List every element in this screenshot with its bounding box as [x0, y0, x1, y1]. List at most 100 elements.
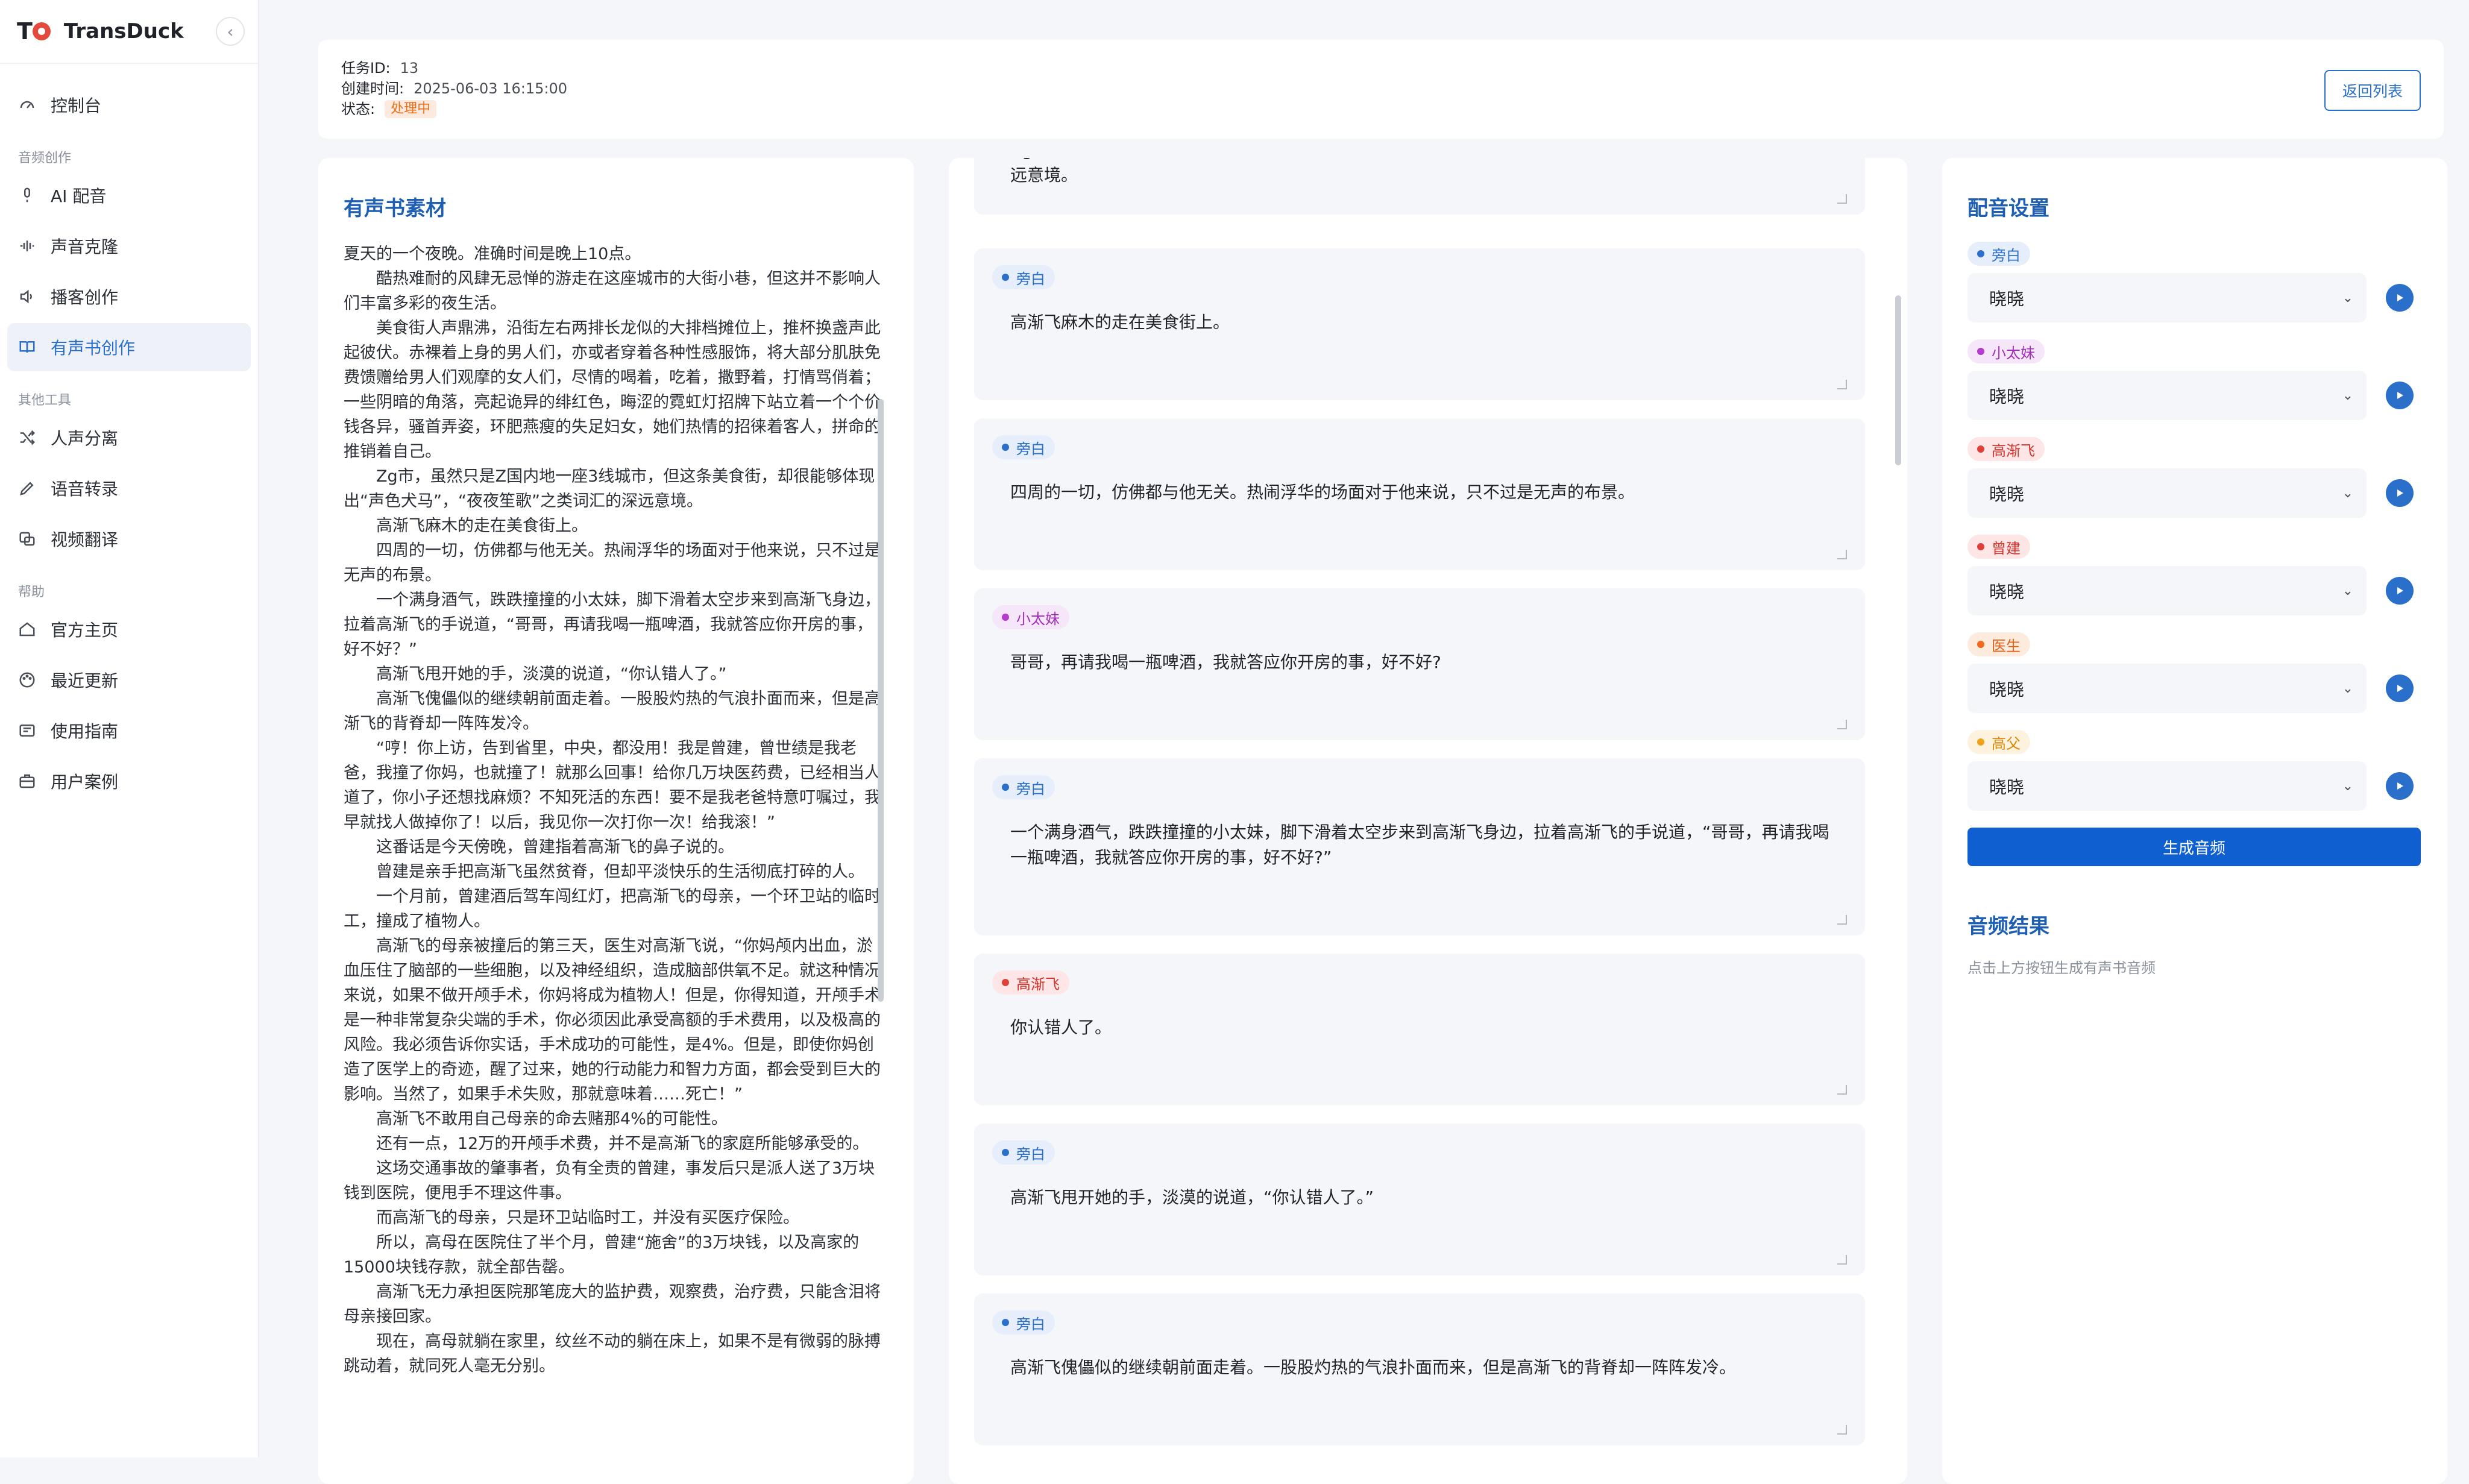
brand-logo[interactable]: T [17, 18, 51, 45]
back-to-list-button[interactable]: 返回列表 [2324, 70, 2421, 111]
role-dot-icon [1977, 641, 1984, 648]
play-icon [2397, 294, 2403, 301]
voice-select[interactable]: 晓晓 ⌄ [1967, 468, 2367, 518]
resize-handle-icon[interactable] [1837, 1255, 1847, 1265]
voice-select-value: 晓晓 [1989, 777, 2025, 797]
segment-text[interactable]: 高渐飞麻木的走在美食街上。 [1010, 310, 1841, 335]
play-preview-button[interactable] [2386, 772, 2414, 800]
voice-row: 晓晓 ⌄ [1967, 566, 2422, 615]
play-icon [2397, 489, 2403, 497]
segments-panel: Zg市，虽然只是Z国内地一座3线城市，但这条美食街，却很能够体现出“声色犬马”，… [949, 158, 1907, 1484]
sidebar-item[interactable]: 使用指南 [7, 706, 251, 755]
resize-handle-icon[interactable] [1837, 720, 1847, 729]
status-row: 状态: 处理中 [341, 99, 2421, 119]
voice-row: 晓晓 ⌄ [1967, 371, 2422, 420]
play-preview-button[interactable] [2386, 674, 2414, 702]
material-scrollbar[interactable] [878, 399, 884, 1002]
resize-handle-icon[interactable] [1837, 194, 1847, 204]
voice-settings-panel: 配音设置 旁白 晓晓 ⌄ 小太妹 晓晓 ⌄ 高渐飞 晓晓 ⌄ 曾建 晓晓 ⌄ 医生 晓晓 ⌄ 高父 晓晓 ⌄ 生成… [1942, 158, 2447, 1484]
role-tag: 旁白 [992, 435, 1055, 459]
segment-card: 旁白高渐飞傀儡似的继续朝前面走着。一股股灼热的气浪扑面而来，但是高渐飞的背脊却一… [974, 1294, 1865, 1445]
sidebar-item[interactable]: 视频翻译 [7, 515, 251, 563]
material-panel: 有声书素材 夏天的一个夜晚。准确时间是晚上10点。 酷热难耐的风肆无忌惮的游走在… [318, 158, 914, 1484]
play-icon [2397, 587, 2403, 594]
voice-select-value: 晓晓 [1989, 679, 2025, 700]
segment-text[interactable]: 高渐飞傀儡似的继续朝前面走着。一股股灼热的气浪扑面而来，但是高渐飞的背脊却一阵阵… [1010, 1355, 1841, 1380]
segment-text[interactable]: Zg市，虽然只是Z国内地一座3线城市，但这条美食街，却很能够体现出“声色犬马”，… [1010, 158, 1841, 188]
voice-list: 旁白 晓晓 ⌄ 小太妹 晓晓 ⌄ 高渐飞 晓晓 ⌄ 曾建 晓晓 ⌄ 医生 晓晓 ⌄ 高父 晓晓 ⌄ [1967, 242, 2422, 811]
sidebar-item-label: AI 配音 [51, 186, 107, 206]
sidebar-item[interactable]: AI 配音 [7, 171, 251, 219]
sidebar-item[interactable]: 声音克隆 [7, 222, 251, 270]
sidebar-item[interactable]: 语音转录 [7, 464, 251, 512]
voice-select-value: 晓晓 [1989, 386, 2025, 407]
voice-setting: 小太妹 晓晓 ⌄ [1967, 339, 2422, 420]
role-tag: 医生 [1967, 632, 2030, 656]
segments-scrollbar[interactable] [1895, 295, 1901, 465]
translate-icon [17, 529, 37, 549]
play-icon [2397, 782, 2403, 790]
segment-text[interactable]: 高渐飞甩开她的手，淡漠的说道，“你认错人了。” [1010, 1185, 1841, 1210]
role-dot-icon [1002, 1319, 1009, 1326]
role-tag-label: 高渐飞 [1016, 975, 1060, 993]
home-icon [17, 619, 37, 640]
role-tag-label: 旁白 [1016, 270, 1045, 288]
waveform-icon [17, 236, 37, 256]
segment-card: 旁白 一个满身酒气，跌跌撞撞的小太妹，脚下滑着太空步来到高渐飞身边，拉着高渐飞的手… [974, 758, 1865, 935]
role-dot-icon [1002, 614, 1009, 621]
mic-icon [17, 185, 37, 206]
sidebar-item[interactable]: 人声分离 [7, 413, 251, 462]
material-text[interactable]: 夏天的一个夜晚。准确时间是晚上10点。 酷热难耐的风肆无忌惮的游走在这座城市的大… [344, 242, 885, 1379]
role-tag: 高父 [1967, 730, 2030, 754]
role-dot-icon [1002, 1149, 1009, 1156]
role-tag: 旁白 [1967, 242, 2030, 266]
resize-handle-icon[interactable] [1837, 915, 1847, 925]
chevron-down-icon: ⌄ [2342, 290, 2353, 306]
role-tag: 旁白 [992, 1140, 1055, 1165]
sidebar-item-label: 视频翻译 [51, 530, 119, 550]
voice-select[interactable]: 晓晓 ⌄ [1967, 371, 2367, 420]
resize-handle-icon[interactable] [1837, 550, 1847, 559]
generate-audio-button[interactable]: 生成音频 [1967, 828, 2421, 866]
voice-select-value: 晓晓 [1989, 484, 2025, 505]
sidebar-item[interactable]: 官方主页 [7, 605, 251, 653]
dashboard-icon [17, 95, 37, 115]
voice-select[interactable]: 晓晓 ⌄ [1967, 273, 2367, 322]
play-icon [2397, 685, 2403, 692]
resize-handle-icon[interactable] [1837, 380, 1847, 389]
chevron-down-icon: ⌄ [2342, 583, 2353, 599]
segment-text[interactable]: 你认错人了。 [1010, 1015, 1841, 1040]
segment-text[interactable]: 哥哥，再请我喝一瓶啤酒，我就答应你开房的事，好不好? [1010, 650, 1841, 675]
voice-row: 晓晓 ⌄ [1967, 273, 2422, 322]
role-tag-label: 高父 [1992, 735, 2021, 752]
voice-setting: 高父晓晓 ⌄ [1967, 730, 2422, 811]
sidebar-item[interactable]: 播客创作 [7, 272, 251, 321]
role-tag-label: 旁白 [1016, 1145, 1045, 1163]
role-tag-label: 旁白 [1016, 1315, 1045, 1333]
segment-text[interactable]: 四周的一切，仿佛都与他无关。热闹浮华的场面对于他来说，只不过是无声的布景。 [1010, 480, 1841, 505]
created-time-value: 2025-06-03 16:15:00 [414, 80, 567, 97]
voice-select[interactable]: 晓晓 ⌄ [1967, 664, 2367, 713]
guide-icon [17, 720, 37, 741]
play-preview-button[interactable] [2386, 284, 2414, 312]
task-id-label: 任务ID: [341, 60, 391, 77]
voice-select[interactable]: 晓晓 ⌄ [1967, 761, 2367, 811]
sidebar-item[interactable]: 用户案例 [7, 757, 251, 805]
brand-name: TransDuck [63, 19, 184, 43]
resize-handle-icon[interactable] [1837, 1425, 1847, 1435]
sidebar-item-label: 有声书创作 [51, 338, 136, 358]
sidebar-item[interactable]: 最近更新 [7, 656, 251, 704]
play-preview-button[interactable] [2386, 479, 2414, 507]
voice-select[interactable]: 晓晓 ⌄ [1967, 566, 2367, 615]
audio-result-title: 音频结果 [1967, 914, 2049, 939]
sidebar-item[interactable]: 控制台 [7, 81, 251, 129]
role-dot-icon [1002, 274, 1009, 281]
sidebar-item[interactable]: 有声书创作 [7, 323, 251, 371]
sidebar-item-label: 使用指南 [51, 722, 119, 741]
play-preview-button[interactable] [2386, 577, 2414, 605]
segment-text[interactable]: 一个满身酒气，跌跌撞撞的小太妹，脚下滑着太空步来到高渐飞身边，拉着高渐飞的手说道… [1010, 820, 1841, 870]
chevron-left-icon[interactable]: ‹ [216, 17, 245, 46]
play-preview-button[interactable] [2386, 382, 2414, 409]
resize-handle-icon[interactable] [1837, 1085, 1847, 1095]
audio-result-hint: 点击上方按钮生成有声书音频 [1967, 960, 2156, 976]
